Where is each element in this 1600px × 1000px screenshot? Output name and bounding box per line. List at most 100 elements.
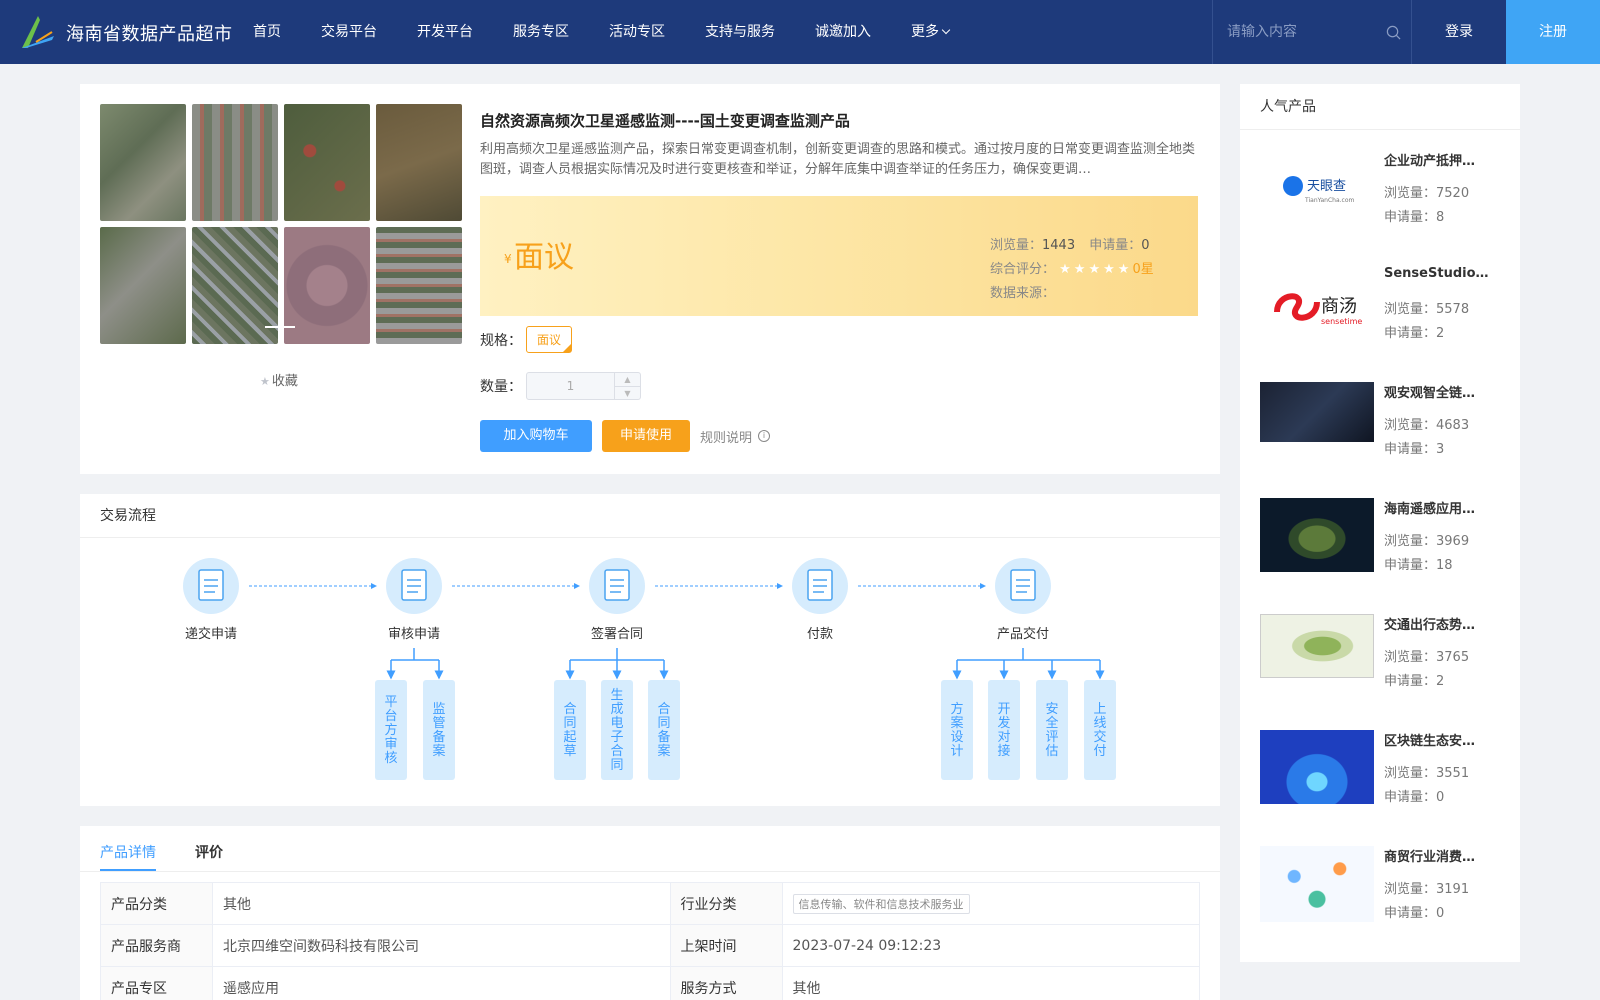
nav-join[interactable]: 诚邀加入	[795, 0, 891, 64]
popular-product-item[interactable]: 商汤 sensetime SenseStudio… 浏览量：5578 申请量：2	[1260, 266, 1510, 366]
popular-product-item[interactable]: 商贸行业消费… 浏览量：3191 申请量：0	[1260, 846, 1510, 946]
product-thumbnail[interactable]	[1260, 382, 1374, 442]
product-title: 自然资源高频次卫星遥感监测----国土变更调查监测产品	[480, 112, 850, 130]
flow-substep-label-char: 子	[610, 730, 623, 745]
spec-option[interactable]: 面议	[526, 326, 573, 353]
industry-label: 行业分类	[669, 882, 783, 925]
popular-product-title[interactable]: 交通出行态势…	[1384, 614, 1504, 633]
increment-icon[interactable]: ▲	[615, 373, 640, 387]
svg-text:TianYanCha.com: TianYanCha.com	[1304, 197, 1354, 204]
flow-substep-label-char: 生	[610, 688, 623, 703]
register-button[interactable]: 注册	[1506, 0, 1600, 64]
nav-more[interactable]: 更多	[891, 0, 969, 64]
transaction-flow-panel: 交易流程 递交申请 审核申请平台方审核监管备案签署合同合同起草生成电子合同合同备案…	[80, 494, 1220, 806]
popular-product-views: 浏览量：7520	[1384, 182, 1469, 201]
popular-product-item[interactable]: 天眼查 TianYanCha.com 企业动产抵押… 浏览量：7520 申请量：8	[1260, 150, 1510, 250]
favorite-button[interactable]: ★ 收藏	[260, 370, 298, 389]
applications-label: 申请量：	[1384, 210, 1437, 225]
add-to-cart-button[interactable]: 加入购物车	[480, 420, 592, 452]
site-logo-icon[interactable]	[18, 12, 58, 52]
gallery-thumbnail[interactable]	[192, 104, 278, 221]
flow-substep-label-char: 台	[384, 709, 397, 724]
flow-title: 交易流程	[80, 494, 1220, 538]
tab-product-detail[interactable]: 产品详情	[100, 842, 156, 871]
quantity-input[interactable]	[527, 373, 614, 399]
flow-substep-label-char: 交	[1093, 729, 1106, 745]
gallery-thumbnail[interactable]	[284, 227, 370, 344]
nav-dev-platform[interactable]: 开发平台	[397, 0, 493, 64]
zone-value: 遥感应用	[212, 966, 671, 1000]
flow-substep-label-char: 线	[1093, 716, 1106, 731]
service-mode-label: 服务方式	[669, 966, 783, 1000]
product-thumbnail[interactable]: 商汤 sensetime	[1260, 272, 1374, 342]
gallery-thumbnail[interactable]	[100, 104, 186, 221]
applications-label: 申请量：	[1384, 790, 1437, 805]
rules-link[interactable]: 规则说明 i	[700, 427, 771, 446]
flow-substep-label-char: 全	[1045, 715, 1058, 731]
detail-tabs: 产品详情 评价	[80, 826, 1220, 872]
popular-product-title[interactable]: 观安观智全链…	[1384, 382, 1504, 401]
flow-substep-label-char: 案	[657, 744, 670, 759]
product-thumbnail[interactable]	[1260, 730, 1374, 804]
product-thumbnail[interactable]: 天眼查 TianYanCha.com	[1260, 158, 1374, 218]
applications-count: 0	[1436, 790, 1445, 805]
popular-product-item[interactable]: 海南遥感应用… 浏览量：3969 申请量：18	[1260, 498, 1510, 598]
nav-trading[interactable]: 交易平台	[301, 0, 397, 64]
flow-substep-label-char: 草	[563, 744, 576, 759]
flow-substep-label-char: 备	[432, 729, 445, 745]
applications-label: 申请量：	[1384, 558, 1437, 573]
service-mode-value: 其他	[781, 966, 1201, 1000]
popular-product-views: 浏览量：3765	[1384, 646, 1469, 665]
popular-product-applications: 申请量：0	[1384, 786, 1444, 805]
views-label: 浏览量：	[1384, 650, 1437, 665]
flow-substep-label-char: 付	[1093, 744, 1106, 759]
gallery-thumbnail[interactable]	[284, 104, 370, 221]
popular-product-views: 浏览量：3551	[1384, 762, 1469, 781]
gallery-thumbnail[interactable]	[376, 227, 462, 344]
site-title[interactable]: 海南省数据产品超市	[66, 20, 233, 46]
nav-services[interactable]: 服务专区	[493, 0, 589, 64]
flow-substep-label-char: 评	[1045, 730, 1058, 745]
applications-label: 申请量：	[1384, 326, 1437, 341]
product-thumbnail[interactable]	[1260, 498, 1374, 572]
search-icon[interactable]	[1386, 25, 1401, 40]
search-input[interactable]	[1227, 22, 1377, 42]
flow-diagram: 递交申请 审核申请平台方审核监管备案签署合同合同起草生成电子合同合同备案付款 产品交…	[183, 558, 1116, 780]
nav-support[interactable]: 支持与服务	[685, 0, 795, 64]
flow-substep-label-char: 估	[1045, 744, 1058, 759]
provider-label: 产品服务商	[100, 924, 213, 967]
price-box: ¥ 面议 浏览量：1443 申请量：0 综合评分： ★★★★★0星 数据来源：	[480, 196, 1198, 316]
product-detail-panel: 产品详情 评价 产品分类 其他 行业分类 信息传输、软件和信息技术服务业 产品服…	[80, 826, 1220, 1000]
popular-product-item[interactable]: 区块链生态安… 浏览量：3551 申请量：0	[1260, 730, 1510, 830]
flow-substep-label-char: 同	[563, 716, 576, 731]
popular-product-title[interactable]: 区块链生态安…	[1384, 730, 1504, 749]
flow-substep-label-char: 合	[610, 744, 623, 759]
popular-product-item[interactable]: 交通出行态势… 浏览量：3765 申请量：2	[1260, 614, 1510, 714]
decrement-icon[interactable]: ▼	[615, 387, 640, 400]
tab-reviews[interactable]: 评价	[195, 842, 223, 862]
popular-product-title[interactable]: 企业动产抵押…	[1384, 150, 1504, 169]
product-thumbnail[interactable]	[1260, 846, 1374, 922]
popular-product-title[interactable]: 商贸行业消费…	[1384, 846, 1504, 865]
chevron-down-icon	[941, 25, 951, 35]
popular-product-item[interactable]: 观安观智全链… 浏览量：4683 申请量：3	[1260, 382, 1510, 482]
document-icon	[1010, 569, 1036, 601]
gallery-indicator[interactable]	[265, 326, 295, 328]
login-button[interactable]: 登录	[1412, 0, 1506, 64]
nav-home[interactable]: 首页	[233, 0, 301, 64]
document-icon	[198, 569, 224, 601]
popular-product-title[interactable]: SenseStudio…	[1384, 266, 1504, 281]
gallery-thumbnail[interactable]	[100, 227, 186, 344]
applications-label: 申请量：	[1089, 238, 1142, 253]
search-box	[1212, 0, 1412, 64]
applications-label: 申请量：	[1384, 674, 1437, 689]
gallery-thumbnail[interactable]	[376, 104, 462, 221]
popular-product-title[interactable]: 海南遥感应用…	[1384, 498, 1504, 517]
product-thumbnail[interactable]	[1260, 614, 1374, 678]
views-label: 浏览量：	[1384, 186, 1437, 201]
flow-substep-label-char: 发	[997, 715, 1010, 731]
flow-substep-label-char: 起	[563, 730, 576, 745]
apply-button[interactable]: 申请使用	[602, 420, 690, 452]
views-label: 浏览量：	[990, 238, 1043, 253]
nav-activities[interactable]: 活动专区	[589, 0, 685, 64]
